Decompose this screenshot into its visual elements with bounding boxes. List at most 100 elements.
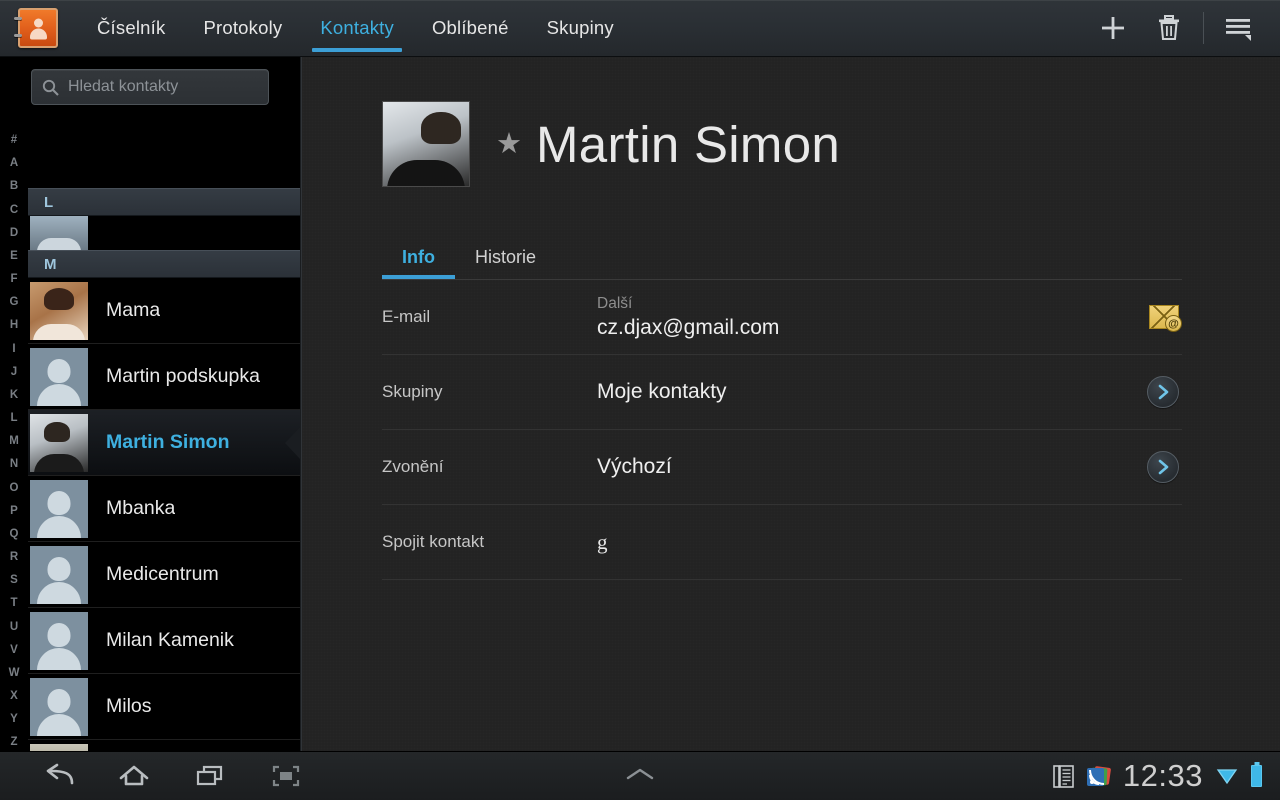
top-action-bar: Číselník Protokoly Kontakty Oblíbené Sku… xyxy=(0,0,1280,57)
send-email-button[interactable]: @ xyxy=(1149,305,1182,332)
list-item[interactable]: Mama xyxy=(28,278,300,344)
menu-icon xyxy=(1226,19,1251,41)
alpha-index-item[interactable]: P xyxy=(10,505,18,518)
alpha-index-item[interactable]: D xyxy=(10,227,18,240)
back-button[interactable] xyxy=(20,752,96,800)
silhouette-head xyxy=(47,689,71,714)
expand-notifications-button[interactable] xyxy=(601,761,679,792)
nav-tab-kontakty[interactable]: Kontakty xyxy=(301,0,413,57)
alpha-index-item[interactable]: R xyxy=(10,552,18,564)
alpha-index-item[interactable]: Q xyxy=(10,528,19,541)
contact-photo xyxy=(30,479,88,538)
tab-info[interactable]: Info xyxy=(382,247,455,279)
favorite-star-icon[interactable]: ★ xyxy=(496,129,522,159)
chevron-right-icon xyxy=(1158,384,1168,400)
alpha-index-item[interactable]: U xyxy=(10,621,18,634)
alpha-index-item[interactable]: A xyxy=(10,158,18,170)
alpha-index-item[interactable]: M xyxy=(9,436,19,448)
alpha-index-item[interactable]: I xyxy=(12,343,15,356)
list-item[interactable] xyxy=(28,216,300,250)
search-input[interactable]: Hledat kontakty xyxy=(31,69,269,105)
chevron-button-bg xyxy=(1147,376,1179,408)
nav-tab-ciselnik[interactable]: Číselník xyxy=(78,0,184,57)
contacts-app-icon[interactable] xyxy=(14,8,58,48)
detail-row-groups[interactable]: Skupiny Moje kontakty xyxy=(382,355,1182,430)
add-contact-button[interactable] xyxy=(1085,0,1141,57)
overflow-menu-button[interactable] xyxy=(1210,0,1266,57)
contact-name: Martin podskupka xyxy=(106,365,260,387)
alpha-index-item[interactable]: L xyxy=(10,413,17,425)
nav-tab-label: Číselník xyxy=(97,17,166,38)
nav-tab-skupiny[interactable]: Skupiny xyxy=(528,0,633,57)
delete-contact-button[interactable] xyxy=(1141,0,1197,57)
nav-tab-oblibene[interactable]: Oblíbené xyxy=(413,0,528,57)
ringtone-chevron-button[interactable] xyxy=(1147,451,1179,483)
detail-row-value-group: g xyxy=(597,530,1182,555)
alpha-index-item[interactable]: Z xyxy=(10,737,17,749)
detail-row-label: E-mail xyxy=(382,307,431,326)
silhouette-head xyxy=(47,491,71,516)
alphabet-index[interactable]: # A B C D E F G H I J K L M N O P Q R S … xyxy=(0,133,28,751)
nav-tab-label: Oblíbené xyxy=(431,17,509,38)
nav-tab-label: Skupiny xyxy=(546,17,614,38)
alpha-index-item[interactable]: V xyxy=(10,644,18,657)
alpha-index-item[interactable]: # xyxy=(11,134,17,147)
app-icon-ring xyxy=(14,17,22,20)
list-item[interactable]: Mbanka xyxy=(28,476,300,542)
alpha-index-item[interactable]: K xyxy=(10,389,18,402)
list-item-selected[interactable]: Martin Simon xyxy=(28,410,300,476)
contact-detail-header: ★ Martin Simon xyxy=(302,57,1280,187)
alpha-index-item[interactable]: O xyxy=(10,482,19,495)
screenshot-button[interactable] xyxy=(248,752,324,800)
alpha-index-item[interactable]: G xyxy=(10,297,19,309)
alpha-index-item[interactable]: F xyxy=(10,274,17,286)
alpha-index-item[interactable]: W xyxy=(9,667,20,680)
alpha-index-item[interactable]: N xyxy=(10,459,18,471)
tab-label: Info xyxy=(402,247,435,267)
contact-list[interactable]: L M Mama Martin podskupka Martin Simon M… xyxy=(28,188,300,751)
alpha-index-item[interactable]: X xyxy=(10,691,18,703)
chevron-right-icon xyxy=(1158,459,1168,475)
section-letter: M xyxy=(44,255,57,273)
recents-button[interactable] xyxy=(172,752,248,800)
alpha-index-item[interactable]: Y xyxy=(10,714,18,726)
list-item[interactable]: Milan Kamenik xyxy=(28,608,300,674)
list-item[interactable]: Misa-Princezna xyxy=(28,740,300,751)
person-head xyxy=(33,18,43,28)
tab-label: Historie xyxy=(475,247,537,267)
contact-avatar[interactable] xyxy=(382,101,470,187)
silhouette-body xyxy=(33,323,85,340)
alpha-index-item[interactable]: H xyxy=(10,320,18,332)
tab-historie[interactable]: Historie xyxy=(455,247,556,279)
nav-tab-protokoly[interactable]: Protokoly xyxy=(184,0,301,57)
alpha-index-item[interactable]: C xyxy=(10,204,18,217)
list-item[interactable]: Martin podskupka xyxy=(28,344,300,410)
alpha-index-item[interactable]: E xyxy=(10,250,18,263)
alpha-index-item[interactable]: J xyxy=(11,366,17,379)
trash-icon xyxy=(1159,15,1179,40)
detail-row-linked-contact[interactable]: Spojit kontakt g xyxy=(382,505,1182,580)
system-status-tray[interactable]: 12:33 xyxy=(1053,758,1280,794)
search-icon xyxy=(42,79,59,96)
silhouette-body xyxy=(37,581,81,604)
detail-row-ringtone[interactable]: Zvonění Výchozí xyxy=(382,430,1182,505)
contact-name: Medicentrum xyxy=(106,563,219,585)
list-item[interactable]: Milos xyxy=(28,674,300,740)
alpha-index-item[interactable]: T xyxy=(10,598,17,610)
contact-name: Milan Kamenik xyxy=(106,629,234,651)
detail-row-email[interactable]: E-mail Další cz.djax@gmail.com @ xyxy=(382,280,1182,355)
section-letter: L xyxy=(44,193,54,211)
groups-chevron-button[interactable] xyxy=(1147,376,1179,408)
alpha-index-item[interactable]: S xyxy=(10,575,18,587)
detail-row-value: cz.djax@gmail.com xyxy=(597,315,780,339)
reader-dot xyxy=(1089,779,1094,784)
page-title: Martin Simon xyxy=(536,115,841,173)
toolbar-divider xyxy=(1203,12,1204,44)
alpha-index-item[interactable]: B xyxy=(10,181,18,193)
home-button[interactable] xyxy=(96,752,172,800)
list-item[interactable]: Medicentrum xyxy=(28,542,300,608)
detail-row-label: Zvonění xyxy=(382,457,444,476)
system-nav-buttons xyxy=(20,752,324,800)
contact-photo xyxy=(30,413,88,472)
contact-name: Milos xyxy=(106,695,152,717)
